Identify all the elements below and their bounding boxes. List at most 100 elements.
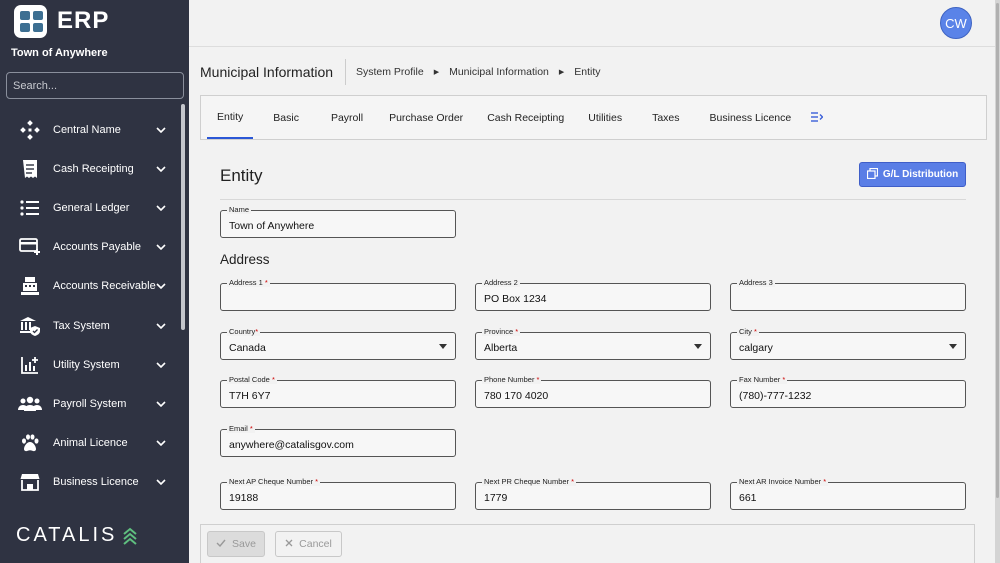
sidebar-item-label: Payroll System [53, 397, 127, 410]
top-bar: CW [189, 0, 995, 47]
save-button[interactable]: Save [207, 531, 265, 557]
more-tabs-icon[interactable] [811, 111, 824, 125]
chevron-down-icon [156, 476, 180, 488]
sidebar-item-general-ledger[interactable]: General Ledger [0, 188, 180, 227]
dropdown-arrow-icon[interactable] [949, 344, 957, 349]
tab-entity[interactable]: Entity [207, 96, 254, 139]
address-section-title: Address [220, 252, 270, 267]
chevron-down-icon [156, 398, 180, 410]
tab-business-licence[interactable]: Business Licence [700, 96, 802, 139]
app-logo-text: ERP [57, 7, 110, 34]
breadcrumb-entity: Entity [574, 66, 601, 78]
field-value: Canada [229, 342, 266, 354]
chevron-down-icon [156, 437, 180, 449]
breadcrumb-system-profile[interactable]: System Profile [356, 66, 424, 78]
field-value: 19188 [229, 492, 259, 504]
sidebar-search-input[interactable] [6, 72, 184, 99]
tab-cash-receipting[interactable]: Cash Receipting [477, 96, 574, 139]
field-label: Name [227, 205, 252, 214]
field-label: City * [737, 327, 759, 336]
chevron-down-icon [156, 163, 180, 175]
sidebar-item-label: General Ledger [53, 201, 130, 214]
sidebar-item-label: Tax System [53, 319, 110, 332]
field-value: 1779 [484, 492, 508, 504]
field-value: anywhere@catalisgov.com [229, 439, 354, 451]
chevron-down-icon [156, 202, 180, 214]
section-divider [220, 199, 966, 200]
gl-distribution-label: G/L Distribution [882, 169, 959, 180]
sidebar-item-utility-system[interactable]: Utility System [0, 345, 180, 384]
address-1-field[interactable]: Address 1 * [220, 278, 456, 311]
list-icon [18, 197, 42, 219]
sidebar-item-label: Utility System [53, 358, 120, 371]
tab-payroll[interactable]: Payroll [319, 96, 375, 139]
address-2-field[interactable]: Address 2 PO Box 1234 [475, 278, 711, 311]
country-select[interactable]: Country* Canada [220, 327, 456, 360]
field-label: Email * [227, 424, 255, 433]
email-field[interactable]: Email * anywhere@catalisgov.com [220, 424, 456, 457]
next-ar-invoice-number-field[interactable]: Next AR Invoice Number * 661 [730, 477, 966, 510]
dropdown-arrow-icon[interactable] [694, 344, 702, 349]
sidebar-item-payroll-system[interactable]: Payroll System [0, 384, 180, 423]
field-label: Postal Code * [227, 375, 277, 384]
postal-code-field[interactable]: Postal Code * T7H 6Y7 [220, 375, 456, 408]
app-logo[interactable]: ERP [14, 4, 109, 38]
sidebar-item-accounts-receivable[interactable]: Accounts Receivable [0, 267, 180, 306]
paw-icon [18, 432, 42, 454]
next-pr-cheque-number-field[interactable]: Next PR Cheque Number * 1779 [475, 477, 711, 510]
sidebar-item-label: Accounts Payable [53, 241, 142, 254]
sidebar-item-tax-system[interactable]: Tax System [0, 306, 180, 345]
breadcrumb: System Profile ▶ Municipal Information ▶… [356, 66, 601, 78]
storefront-icon [18, 471, 42, 493]
chevron-down-icon [156, 241, 180, 253]
cash-register-icon [18, 275, 42, 297]
chevron-down-icon [156, 359, 180, 371]
tab-taxes[interactable]: Taxes [636, 96, 695, 139]
sidebar-item-label: Animal Licence [53, 437, 128, 450]
page-title: Municipal Information [200, 64, 334, 80]
phone-number-field[interactable]: Phone Number * 780 170 4020 [475, 375, 711, 408]
dropdown-arrow-icon[interactable] [439, 344, 447, 349]
field-label: Next AR Invoice Number * [737, 477, 829, 486]
sidebar-item-central-name[interactable]: Central Name [0, 110, 180, 149]
name-field[interactable]: Name Town of Anywhere [220, 205, 456, 238]
organization-name: Town of Anywhere [11, 47, 108, 59]
cancel-button[interactable]: Cancel [275, 531, 342, 557]
form-footer: Save Cancel [200, 524, 975, 563]
field-value: 661 [739, 492, 757, 504]
card-plus-icon [18, 236, 42, 258]
sidebar-item-accounts-payable[interactable]: Accounts Payable [0, 228, 180, 267]
page-scrollbar-thumb[interactable] [996, 3, 999, 498]
field-value: Alberta [484, 342, 518, 354]
chevron-down-icon [156, 320, 180, 332]
fax-number-field[interactable]: Fax Number * (780)-777-1232 [730, 375, 966, 408]
sidebar-item-cash-receipting[interactable]: Cash Receipting [0, 149, 180, 188]
sidebar-item-label: Cash Receipting [53, 162, 134, 175]
tab-purchase-order[interactable]: Purchase Order [379, 96, 473, 139]
gl-distribution-button[interactable]: G/L Distribution [859, 162, 966, 187]
sidebar-item-business-licence[interactable]: Business Licence [0, 463, 180, 502]
check-icon [216, 538, 226, 550]
tab-utilities[interactable]: Utilities [578, 96, 632, 139]
field-value: T7H 6Y7 [229, 390, 271, 402]
city-select[interactable]: City * calgary [730, 327, 966, 360]
field-label: Address 2 [482, 278, 520, 287]
field-label: Next PR Cheque Number * [482, 477, 577, 486]
field-value: PO Box 1234 [484, 293, 547, 305]
breadcrumb-municipal-information[interactable]: Municipal Information [449, 66, 549, 78]
user-avatar[interactable]: CW [940, 7, 972, 39]
catalis-brand: CATALIS [16, 524, 138, 547]
field-label: Phone Number * [482, 375, 542, 384]
field-label: Province * [482, 327, 521, 336]
sidebar-scrollbar[interactable] [181, 104, 185, 330]
address-3-field[interactable]: Address 3 [730, 278, 966, 311]
sidebar-item-animal-licence[interactable]: Animal Licence [0, 424, 180, 463]
province-select[interactable]: Province * Alberta [475, 327, 711, 360]
next-ap-cheque-number-field[interactable]: Next AP Cheque Number * 19188 [220, 477, 456, 510]
tab-basic[interactable]: Basic [257, 96, 315, 139]
page-scrollbar[interactable] [995, 0, 1000, 563]
chevron-down-icon [156, 124, 180, 136]
chart-plus-icon [18, 354, 42, 376]
network-icon [18, 119, 42, 141]
field-label: Address 1 * [227, 278, 270, 287]
